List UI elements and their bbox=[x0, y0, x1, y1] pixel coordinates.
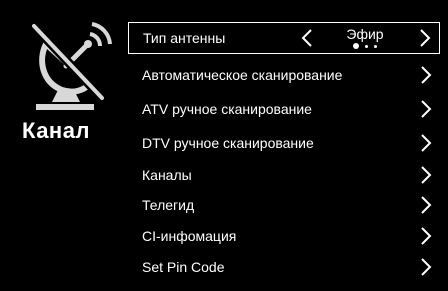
chevron-right-icon bbox=[421, 134, 432, 152]
chevron-right-icon bbox=[421, 227, 432, 245]
menu-item-label: DTV ручное сканирование bbox=[142, 135, 314, 151]
category-panel: Канал bbox=[22, 20, 120, 150]
option-dot bbox=[353, 43, 359, 49]
menu-item-epg[interactable]: Телегид bbox=[128, 190, 440, 220]
satellite-dish-crossed-icon bbox=[29, 21, 112, 110]
category-title: Канал bbox=[22, 118, 90, 143]
chevron-left-icon[interactable] bbox=[301, 28, 313, 48]
chevron-right-icon bbox=[421, 196, 432, 214]
chevron-right-icon bbox=[421, 100, 432, 118]
menu-item-label: Автоматическое сканирование bbox=[142, 67, 343, 83]
menu-item-dtv-manual-scan[interactable]: DTV ручное сканирование bbox=[128, 126, 440, 160]
chevron-right-icon bbox=[421, 258, 432, 276]
menu-item-channels[interactable]: Каналы bbox=[128, 160, 440, 190]
menu-item-label: CI-инфомация bbox=[142, 228, 237, 244]
tv-menu-screen: Канал Тип антенны Эфир Автоматическое ск… bbox=[0, 0, 448, 291]
option-dot bbox=[374, 45, 377, 48]
chevron-right-icon bbox=[421, 66, 432, 84]
option-dot bbox=[365, 45, 368, 48]
settings-menu: Тип антенны Эфир Автоматическое сканиров… bbox=[128, 22, 440, 282]
menu-item-label: ATV ручное сканирование bbox=[142, 101, 312, 117]
menu-item-atv-manual-scan[interactable]: ATV ручное сканирование bbox=[128, 92, 440, 126]
chevron-right-icon[interactable] bbox=[419, 28, 431, 48]
antenna-type-row[interactable]: Тип антенны Эфир bbox=[128, 22, 440, 54]
menu-item-label: Телегид bbox=[142, 197, 195, 213]
chevron-right-icon bbox=[421, 166, 432, 184]
menu-item-label: Set Pin Code bbox=[142, 259, 225, 275]
antenna-type-label: Тип антенны bbox=[143, 30, 226, 46]
option-indicator bbox=[329, 43, 401, 49]
menu-item-set-pin-code[interactable]: Set Pin Code bbox=[128, 252, 440, 282]
menu-item-ci-info[interactable]: CI-инфомация bbox=[128, 220, 440, 252]
menu-item-auto-scan[interactable]: Автоматическое сканирование bbox=[128, 58, 440, 92]
antenna-type-value: Эфир bbox=[346, 26, 384, 42]
menu-item-label: Каналы bbox=[142, 167, 192, 183]
